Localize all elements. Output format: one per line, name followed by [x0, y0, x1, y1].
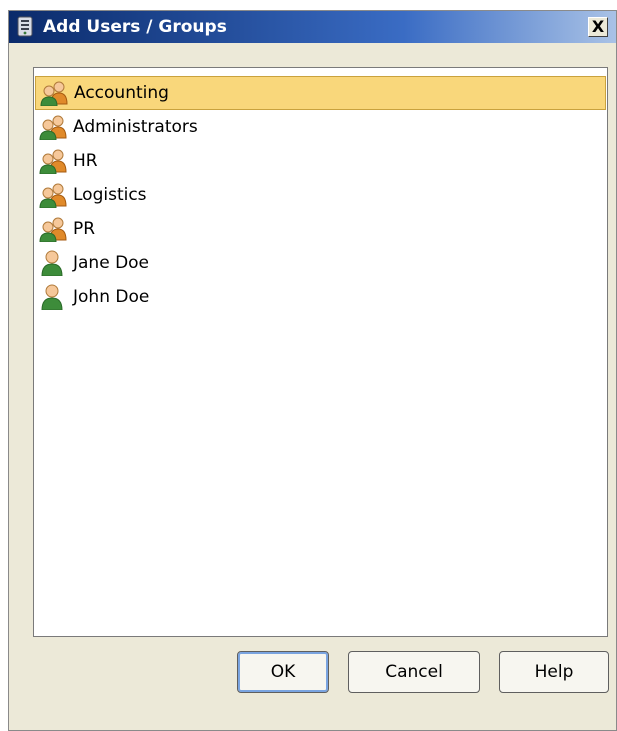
list-item-label: Jane Doe: [73, 253, 150, 273]
close-icon: X: [591, 17, 605, 36]
user-icon: [39, 284, 67, 311]
list-item-label: HR: [73, 151, 98, 171]
list-item[interactable]: John Doe: [35, 280, 606, 314]
ok-button[interactable]: OK: [237, 651, 329, 693]
list-item[interactable]: Accounting: [35, 76, 606, 110]
cancel-button[interactable]: Cancel: [348, 651, 480, 693]
list-item[interactable]: HR: [35, 144, 606, 178]
close-button[interactable]: X: [588, 17, 608, 37]
dialog-title: Add Users / Groups: [43, 17, 227, 37]
list-item-label: John Doe: [73, 287, 150, 307]
group-icon: [40, 80, 68, 107]
add-users-groups-dialog: Add Users / Groups X Accounting Administr…: [8, 10, 617, 731]
group-icon: [39, 216, 67, 243]
group-icon: [39, 114, 67, 141]
list-item[interactable]: Jane Doe: [35, 246, 606, 280]
user-icon: [39, 250, 67, 277]
list-item[interactable]: Administrators: [35, 110, 606, 144]
list-item[interactable]: Logistics: [35, 178, 606, 212]
group-icon: [39, 148, 67, 175]
list-item[interactable]: PR: [35, 212, 606, 246]
list-item-label: Administrators: [73, 117, 198, 137]
group-icon: [39, 182, 67, 209]
list-item-label: Logistics: [73, 185, 147, 205]
list-item-label: Accounting: [74, 83, 169, 103]
list-item-label: PR: [73, 219, 96, 239]
app-window-icon: [16, 16, 36, 38]
title-bar[interactable]: Add Users / Groups X: [9, 11, 616, 43]
help-button[interactable]: Help: [499, 651, 609, 693]
users-groups-list[interactable]: Accounting Administrators HR Logistics PR Jan…: [33, 67, 608, 637]
